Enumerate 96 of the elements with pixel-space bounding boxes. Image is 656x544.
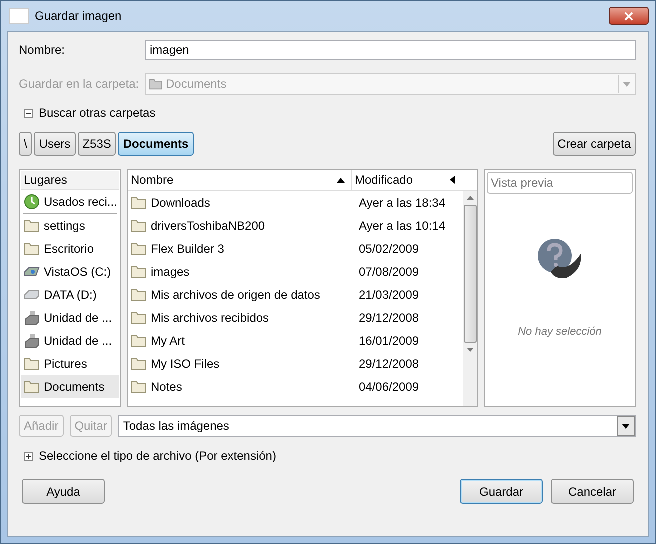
place-item[interactable]: Documents (21, 375, 119, 398)
dropdown-arrow-icon (623, 82, 631, 86)
file-row[interactable]: Downloads Ayer a las 18:34 (128, 191, 463, 214)
file-row[interactable]: Mis archivos de origen de datos 21/03/2009 (128, 283, 463, 306)
expander-toggle[interactable] (24, 108, 33, 118)
file-name: Notes (151, 380, 182, 394)
path-button[interactable]: Documents (118, 132, 194, 156)
name-field[interactable]: imagen (145, 40, 636, 60)
app-icon (9, 8, 29, 24)
scrollbar[interactable] (463, 191, 477, 406)
path-button[interactable]: Z53S (78, 132, 116, 156)
file-row[interactable]: My Art 16/01/2009 (128, 329, 463, 352)
place-label: Documents (44, 380, 105, 394)
file-name: driversToshibaNB200 (151, 218, 266, 232)
create-folder-button[interactable]: Crear carpeta (552, 132, 636, 156)
file-name: Downloads (151, 196, 210, 210)
window-title: Guardar imagen (35, 9, 123, 23)
modified-date: 16/01/2009 (359, 334, 420, 348)
file-row[interactable]: driversToshibaNB200 Ayer a las 10:14 (128, 214, 463, 237)
place-item[interactable]: Unidad de ... (21, 329, 119, 352)
folder-icon (131, 288, 147, 302)
help-button[interactable]: Ayuda (22, 479, 105, 504)
dropdown-arrow-icon (622, 424, 630, 428)
modified-date: 04/06/2009 (359, 380, 420, 394)
folder-icon (131, 264, 147, 278)
place-label: settings (44, 218, 86, 232)
arrow-left-icon (450, 176, 455, 184)
file-name: Mis archivos recibidos (151, 310, 270, 324)
file-type-dropdown[interactable]: Todas las imágenes (118, 415, 636, 437)
file-row[interactable]: images 07/08/2009 (128, 260, 463, 283)
folder-icon (149, 78, 163, 90)
preview-header: Vista previa (487, 172, 633, 194)
expander-label: Seleccione el tipo de archivo (Por extensión) (39, 449, 276, 463)
file-row[interactable]: Flex Builder 3 05/02/2009 (128, 237, 463, 260)
sort-arrow-icon (337, 178, 345, 182)
drive-icon (24, 290, 40, 300)
expander-toggle[interactable] (24, 452, 33, 460)
modified-date: 21/03/2009 (359, 288, 420, 302)
modified-date: 07/08/2009 (359, 264, 420, 278)
folder-icon (24, 380, 40, 394)
folder-icon (24, 242, 40, 256)
folder-icon (131, 242, 147, 256)
modified-date: Ayer a las 10:14 (359, 218, 447, 232)
modified-date: Ayer a las 18:34 (359, 196, 447, 210)
path-button[interactable]: Users (34, 132, 76, 156)
clock-icon (24, 194, 40, 210)
column-header[interactable]: Nombre (128, 170, 352, 190)
expander-label: Buscar otras carpetas (39, 106, 156, 120)
folder-icon (131, 218, 147, 232)
place-item[interactable]: Pictures (21, 352, 119, 375)
place-label: Pictures (44, 356, 88, 370)
folder-icon (131, 380, 147, 394)
usb-drive-icon (24, 310, 40, 326)
place-label: VistaOS (C:) (44, 264, 112, 278)
scroll-down-icon[interactable] (466, 348, 474, 352)
file-row[interactable]: Notes 04/06/2009 (128, 375, 463, 398)
place-label: DATA (D:) (44, 288, 97, 302)
place-label: Unidad de ... (44, 310, 112, 324)
save-button[interactable]: Guardar (460, 479, 543, 504)
place-item[interactable]: Escritorio (21, 237, 119, 260)
folder-icon (131, 310, 147, 324)
file-row[interactable]: My ISO Files 29/12/2008 (128, 352, 463, 375)
file-name: Mis archivos de origen de datos (151, 288, 320, 302)
file-name: My ISO Files (151, 356, 220, 370)
column-header[interactable]: Modificado (352, 170, 463, 190)
place-item[interactable]: settings (21, 214, 119, 237)
scroll-up-icon[interactable] (466, 196, 474, 200)
folder-icon (131, 356, 147, 370)
modified-date: 29/12/2008 (359, 310, 420, 324)
no-selection-text: No hay selección (518, 326, 602, 338)
close-icon (624, 12, 634, 20)
file-row[interactable]: Mis archivos recibidos 29/12/2008 (128, 306, 463, 329)
folder-icon (24, 356, 40, 370)
place-label: Unidad de ... (44, 334, 112, 348)
cancel-button[interactable]: Cancelar (551, 479, 634, 504)
folder-icon (24, 218, 40, 232)
place-label: Usados reci... (44, 194, 118, 208)
folder-label: Guardar en la carpeta: (19, 77, 140, 91)
modified-date: 05/02/2009 (359, 242, 420, 256)
name-label: Nombre: (19, 43, 66, 57)
folder-icon (131, 196, 147, 210)
place-item[interactable]: VistaOS (C:) (21, 260, 119, 283)
place-item[interactable]: Usados reci... (21, 190, 119, 213)
place-label: Escritorio (44, 242, 94, 256)
place-item[interactable]: DATA (D:) (21, 283, 119, 306)
path-button[interactable]: \ (19, 132, 32, 156)
column-header[interactable]: Lugares (21, 171, 119, 190)
file-name: Flex Builder 3 (151, 242, 224, 256)
file-name: My Art (151, 334, 186, 348)
folder-icon (131, 334, 147, 348)
usb-drive-icon (24, 332, 40, 348)
close-button[interactable] (609, 7, 649, 25)
file-name: images (151, 264, 190, 278)
modified-date: 29/12/2008 (359, 356, 420, 370)
place-item[interactable]: Unidad de ... (21, 306, 119, 329)
drive-icon (24, 266, 40, 278)
